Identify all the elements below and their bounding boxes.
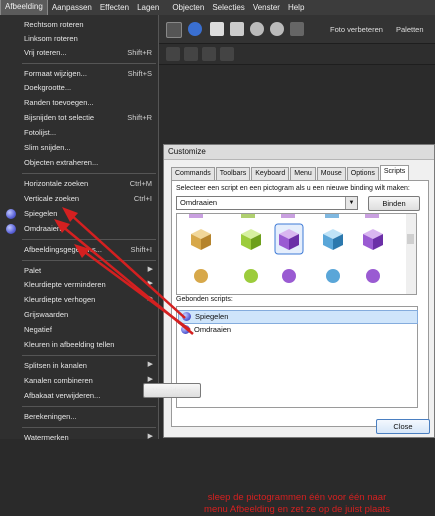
layout-icon[interactable] [166, 22, 182, 38]
cube-icon [241, 229, 261, 250]
menu-item-randen[interactable]: Randen toevoegen... [0, 96, 158, 110]
tab-options[interactable]: Options [346, 167, 379, 180]
tab-scripts[interactable]: Scripts [379, 165, 410, 180]
bound-script-omdraaien[interactable]: Omdraaien [178, 324, 416, 336]
icon-grid[interactable] [176, 213, 408, 295]
menu-item-vrij-roteren[interactable]: Vrij roteren... Shift+R [0, 46, 158, 60]
group-icon[interactable] [220, 47, 234, 61]
menu-item-bijsnijden[interactable]: Bijsnijden tot selectie Shift+R [0, 111, 158, 125]
distribute-icon[interactable] [184, 47, 198, 61]
cube-icon [363, 229, 383, 250]
menu-help[interactable]: Help [284, 0, 308, 15]
menu-item-omdraaien[interactable]: Omdraaien [0, 222, 158, 236]
zoom-in-icon[interactable] [270, 22, 284, 36]
main-toolbar: Foto verbeteren Paletten [158, 15, 435, 44]
menu-afbeelding[interactable]: Afbeelding [0, 0, 48, 16]
menu-item-kleurdiepte-verhogen[interactable]: Kleurdiepte verhogen ▶ [0, 293, 158, 307]
zoom-fit-icon[interactable] [230, 22, 244, 36]
info-icon[interactable] [188, 22, 202, 36]
palettes-button[interactable]: Paletten [396, 25, 424, 34]
menu-venster[interactable]: Venster [249, 0, 284, 15]
gear-icon [194, 269, 208, 283]
dialog-titlebar: Customize [164, 145, 434, 160]
zoom-actual-icon[interactable] [210, 22, 224, 36]
icon-grid-canvas [189, 214, 383, 283]
zoom-options-icon[interactable] [290, 22, 304, 36]
chevron-right-icon: ▶ [147, 361, 153, 368]
menu-selecties[interactable]: Selecties [208, 0, 248, 15]
menu-item-spiegelen[interactable]: Spiegelen [0, 207, 158, 221]
menu-item-splitsen[interactable]: Splitsen in kanalen ▶ [0, 359, 158, 373]
bound-scripts-label: Gebonden scripts: [176, 296, 233, 303]
chevron-right-icon: ▶ [147, 295, 153, 302]
menu-item-fotolijst[interactable]: Fotolijst... [0, 126, 158, 140]
menu-item-horizontale[interactable]: Horizontale zoeken Ctrl+M [0, 177, 158, 191]
menu-item-linksom[interactable]: Linksom roteren [0, 32, 158, 46]
menu-item-kanalen-combineren[interactable]: Kanalen combineren ▶ [0, 374, 158, 388]
cube-icon [323, 229, 343, 250]
script-icon [6, 224, 16, 234]
menu-item-berekeningen[interactable]: Berekeningen... [0, 410, 158, 424]
chevron-right-icon: ▶ [147, 266, 153, 273]
gear-icon [244, 269, 258, 283]
menu-item-negatief[interactable]: Negatief [0, 323, 158, 337]
icon-grid-scrollbar[interactable] [406, 213, 417, 295]
menu-item-afbeeldingsgegevens[interactable]: Afbeeldingsgegevens... Shift+I [0, 243, 158, 257]
gear-icon [366, 269, 380, 283]
chevron-down-icon[interactable]: ▼ [345, 197, 357, 209]
dialog-title: Customize [168, 147, 206, 156]
script-icon [181, 325, 190, 334]
scrollbar-thumb[interactable] [407, 234, 414, 244]
align-icon[interactable] [166, 47, 180, 61]
tab-commands[interactable]: Commands [171, 167, 215, 180]
customize-dialog: Customize Commands Toolbars Keyboard Men… [163, 144, 435, 515]
secondary-toolbar [158, 44, 435, 65]
gear-icon [326, 269, 340, 283]
menu-item-grijswaarden[interactable]: Grijswaarden [0, 308, 158, 322]
menu-item-afbakaat[interactable]: Afbakaat verwijderen... [0, 389, 158, 403]
menu-item-kleuren-tellen[interactable]: Kleuren in afbeelding tellen [0, 338, 158, 352]
menu-item-extraheren[interactable]: Objecten extraheren... [0, 156, 158, 170]
menu-item-formaat[interactable]: Formaat wijzigen... Shift+S [0, 67, 158, 81]
script-icon [182, 312, 191, 321]
chevron-right-icon: ▶ [147, 280, 153, 287]
tab-mouse[interactable]: Mouse [316, 167, 346, 180]
script-dropdown[interactable]: Omdraaien ▼ [176, 196, 358, 210]
menu-item-verticale[interactable]: Verticale zoeken Ctrl+I [0, 192, 158, 206]
tab-keyboard[interactable]: Keyboard [251, 167, 290, 180]
bind-button[interactable]: Binden [368, 196, 420, 211]
menubar: Afbeelding Aanpassen Effecten Lagen Obje… [0, 0, 435, 16]
menu-effecten[interactable]: Effecten [96, 0, 133, 15]
gear-icon [282, 269, 296, 283]
menu-item-doekgrootte[interactable]: Doekgrootte... [0, 81, 158, 95]
afbeelding-menu: Rechtsom roteren Linksom roteren Vrij ro… [0, 15, 159, 442]
bound-script-spiegelen[interactable]: Spiegelen [178, 310, 418, 324]
cube-icon [191, 229, 211, 250]
script-icon [6, 209, 16, 219]
photo-enhance-button[interactable]: Foto verbeteren [330, 25, 383, 34]
instruction-text: Selecteer een script en een pictogram al… [176, 185, 410, 192]
menu-item-kleurdiepte-verminderen[interactable]: Kleurdiepte verminderen ▶ [0, 278, 158, 292]
arrange-icon[interactable] [202, 47, 216, 61]
dialog-tabs: Commands Toolbars Keyboard Menu Mouse Op… [171, 165, 410, 180]
close-button[interactable]: Close [376, 419, 430, 434]
bound-scripts-list[interactable]: Spiegelen Omdraaien sleep de pictogramme… [176, 306, 418, 515]
menu-item-rechtsom[interactable]: Rechtsom roteren [0, 18, 158, 32]
menu-objecten[interactable]: Objecten [168, 0, 208, 15]
menu-item-palet[interactable]: Palet ▶ [0, 264, 158, 278]
menu-aanpassen[interactable]: Aanpassen [48, 0, 96, 15]
menu-item-slim-snijden[interactable]: Slim snijden... [0, 141, 158, 155]
tab-menu[interactable]: Menu [290, 167, 316, 180]
zoom-out-icon[interactable] [250, 22, 264, 36]
remove-button[interactable]: Verwijderen [143, 383, 201, 398]
tab-toolbars[interactable]: Toolbars [215, 167, 251, 180]
menu-item-watermerken[interactable]: Watermerken ▶ [0, 431, 158, 445]
chevron-right-icon: ▶ [147, 376, 153, 383]
menu-lagen[interactable]: Lagen [133, 0, 163, 15]
dropdown-value: Omdraaien [180, 198, 218, 207]
instruction-annotation: sleep de pictogrammen één voor één naar … [204, 492, 390, 515]
